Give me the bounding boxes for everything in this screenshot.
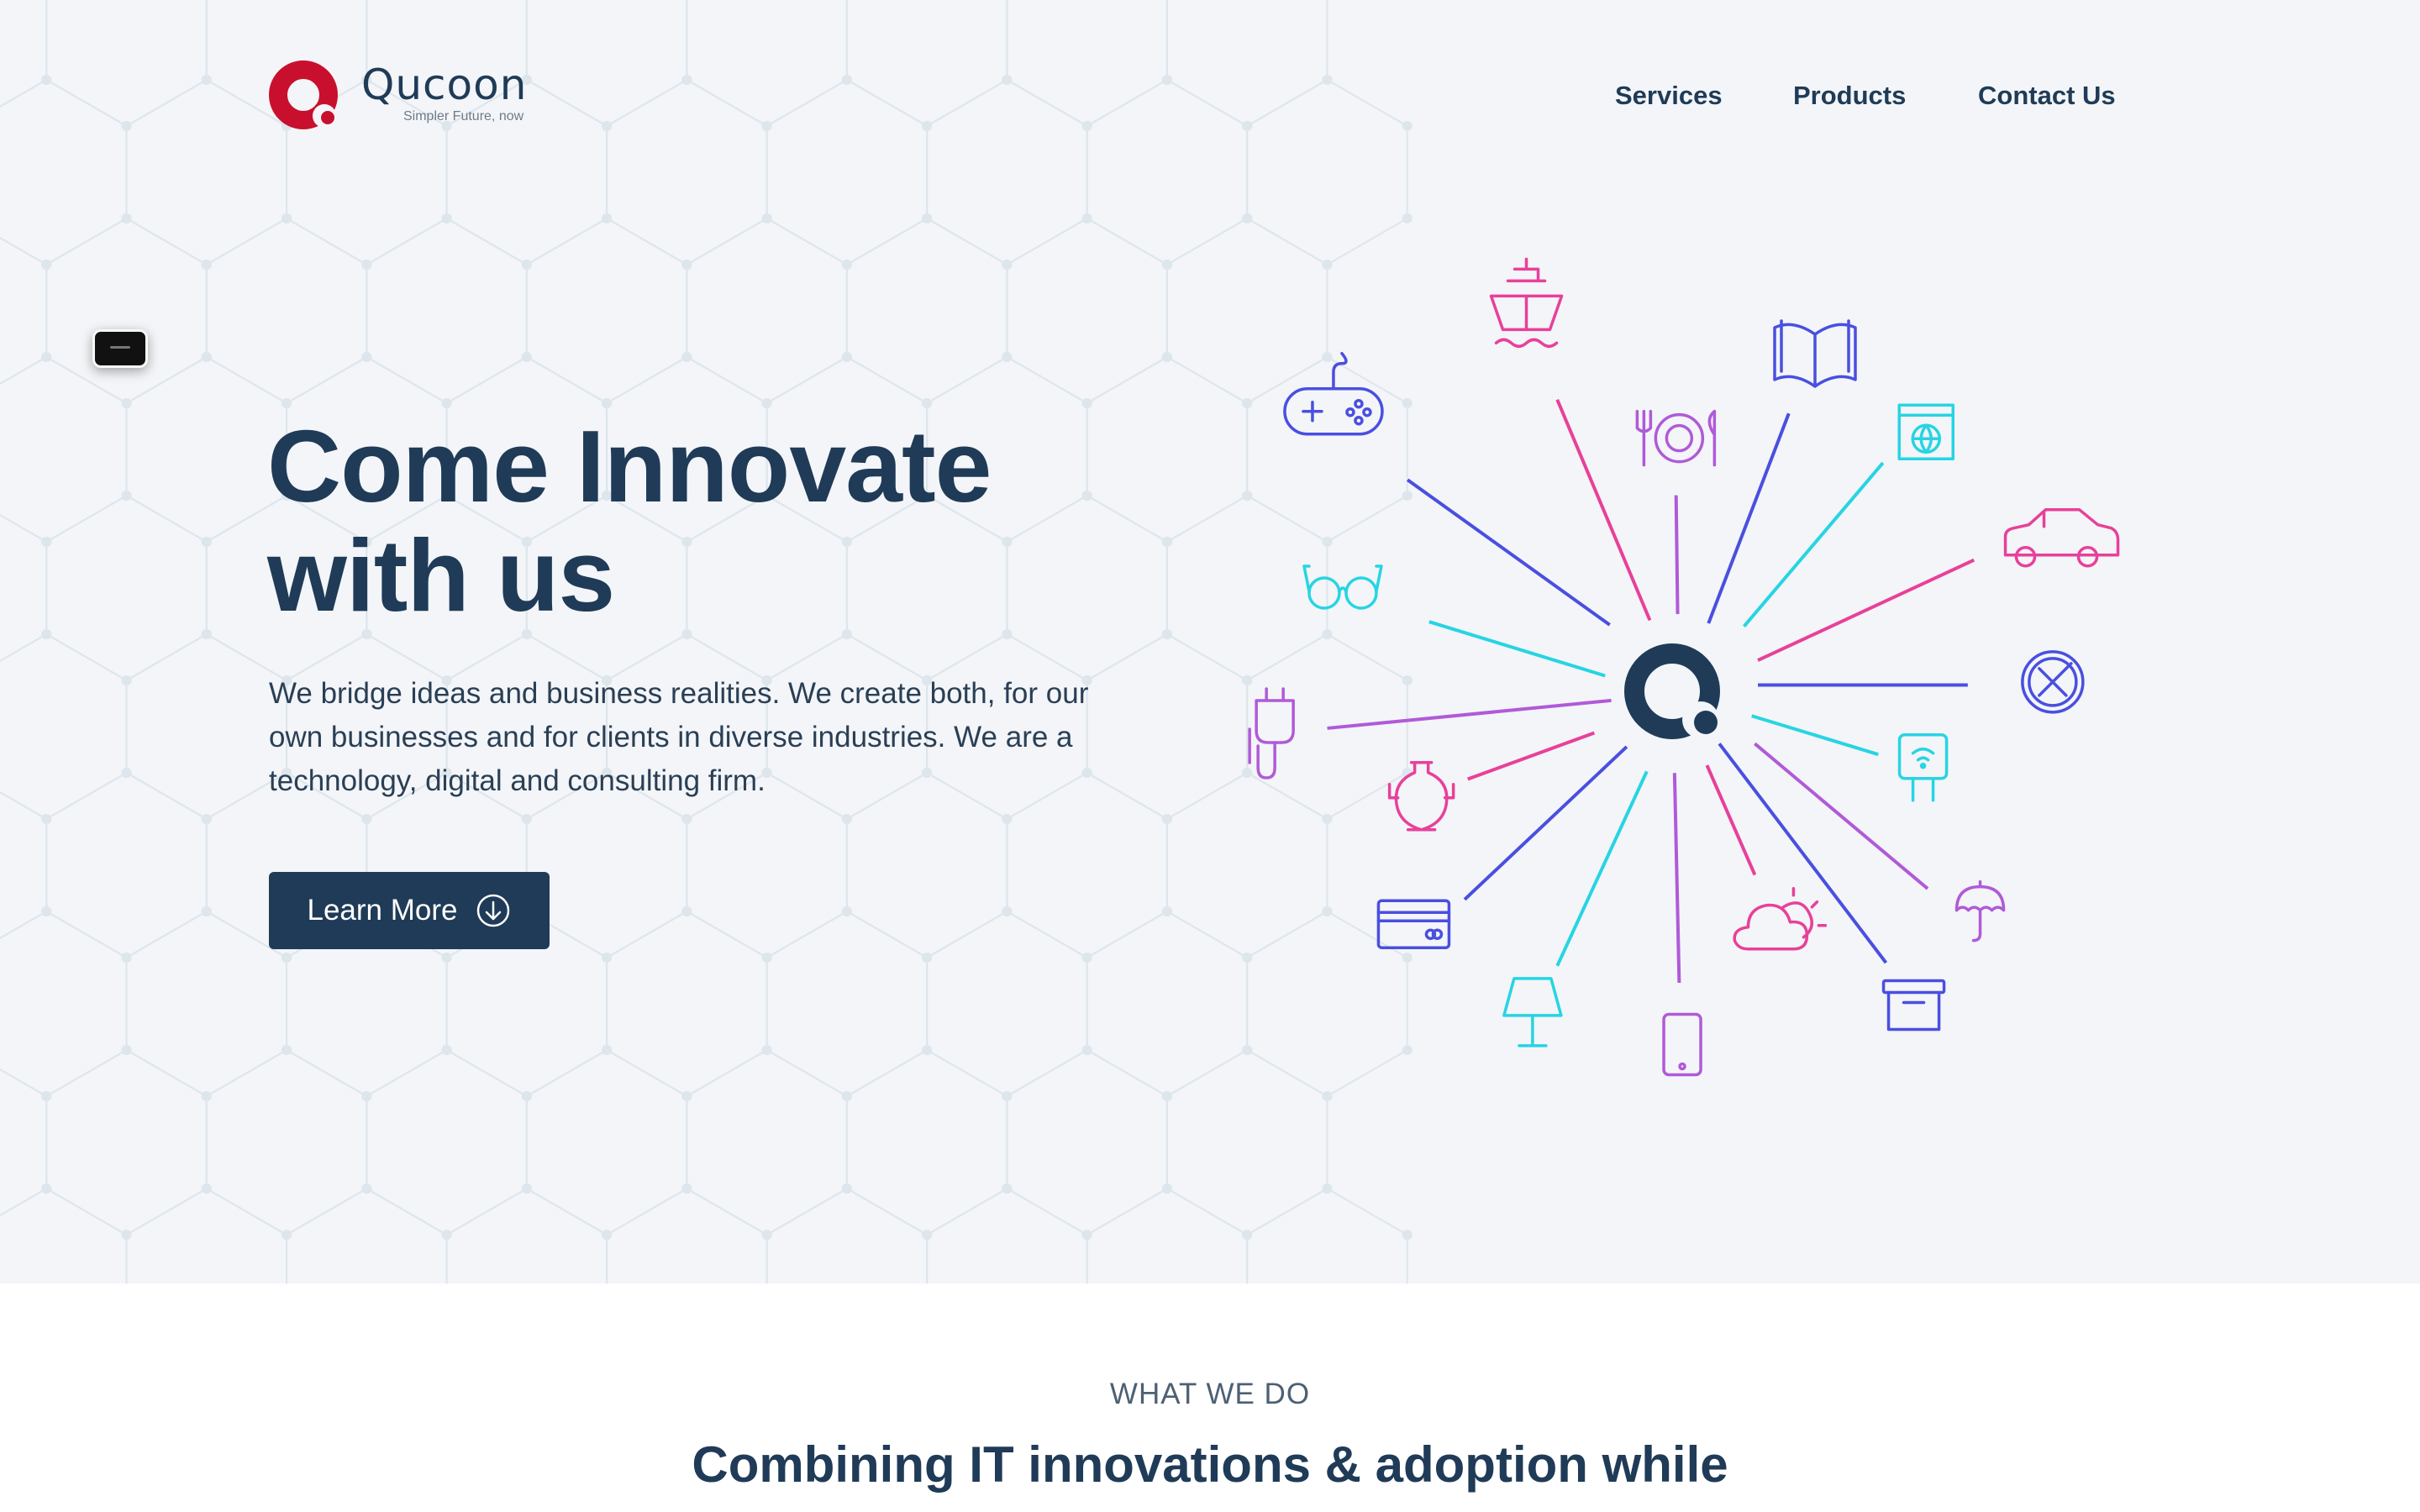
industries-radial-graphic (1248, 257, 2120, 1077)
connector-line-17 (1672, 773, 1681, 984)
section-label: WHAT WE DO (1109, 1378, 1311, 1410)
section-title: Combining IT innovations & adoption whil… (692, 1436, 1728, 1493)
nav-services[interactable]: Services (1615, 81, 1723, 111)
nav-contact-us[interactable]: Contact Us (1978, 81, 2116, 111)
credit-card-icon (1376, 899, 1451, 949)
floating-toggle-widget[interactable] (92, 329, 148, 368)
ship-icon (1489, 257, 1564, 349)
lamp-icon (1502, 977, 1563, 1047)
car-icon (2003, 507, 2120, 568)
connector-line-1 (1555, 398, 1652, 622)
connector-line-5 (1742, 461, 1885, 628)
phone-icon (1662, 1012, 1702, 1077)
connector-line-12 (1754, 742, 1929, 890)
connector-line-3 (1406, 478, 1611, 627)
connector-line-10 (1751, 714, 1879, 757)
tools-icon (2021, 650, 2085, 714)
dining-icon (1635, 409, 1717, 467)
archive-box-icon (1881, 979, 1946, 1032)
hero-title: Come Innovate with us (267, 412, 1192, 630)
wifi-socket-icon (1897, 732, 1949, 802)
hero-title-line2: with us (267, 518, 615, 633)
qucoon-q-icon (1624, 643, 1720, 739)
nav-products[interactable]: Products (1793, 81, 1906, 111)
connector-line-7 (1428, 620, 1606, 678)
learn-more-button[interactable]: Learn More (269, 872, 550, 949)
main-nav: Services Products Contact Us (0, 81, 2420, 118)
plug-icon (1248, 687, 1295, 780)
learn-more-label: Learn More (307, 894, 458, 927)
browser-globe-icon (1897, 403, 1954, 461)
connector-line-9 (1327, 698, 1612, 730)
umbrella-icon (1954, 879, 2006, 942)
hero-section: Qucoon Simpler Future, now Services Prod… (0, 0, 2420, 1284)
gamepad-icon (1283, 351, 1384, 436)
arrow-down-circle-icon (477, 894, 510, 927)
vase-icon (1387, 761, 1455, 832)
connector-line-2 (1707, 412, 1791, 624)
connector-line-4 (1674, 495, 1680, 615)
connector-line-6 (1757, 558, 1975, 662)
hero-description: We bridge ideas and business realities. … (269, 677, 1089, 797)
connector-line-11 (1467, 731, 1596, 781)
weather-icon (1733, 886, 1828, 951)
glasses-icon (1302, 564, 1383, 610)
book-icon (1773, 319, 1857, 388)
hero-title-line1: Come Innovate (267, 409, 992, 523)
